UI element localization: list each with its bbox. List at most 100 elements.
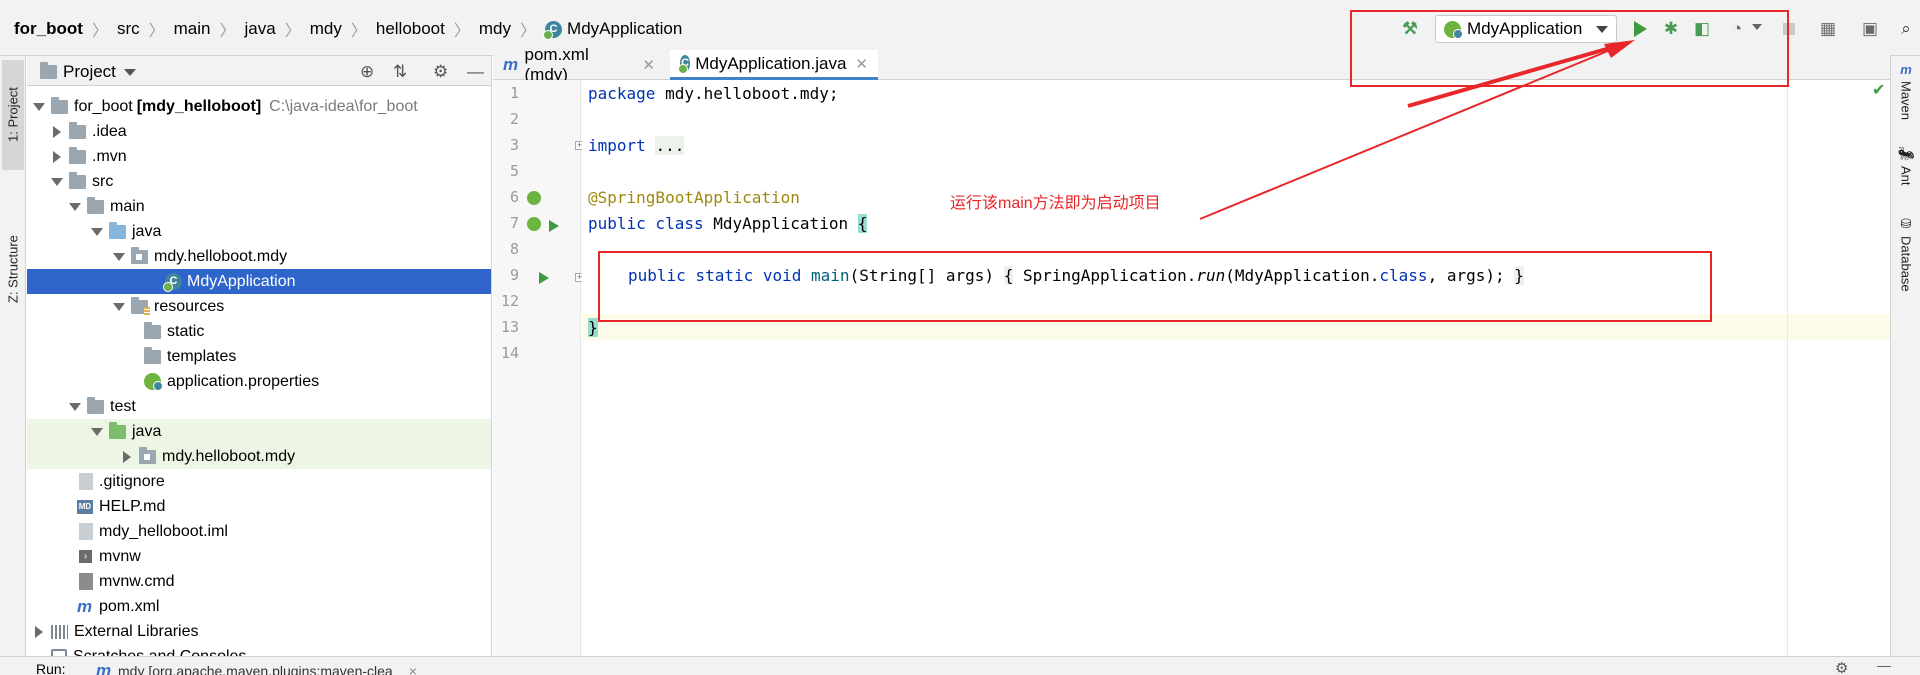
- breadcrumb-item[interactable]: mdy: [310, 19, 342, 39]
- expand-arrow-icon[interactable]: [89, 224, 105, 240]
- tree-item-label: mdy_helloboot.iml: [99, 522, 228, 540]
- tree-item-label: templates: [167, 347, 237, 365]
- code-line: }: [588, 314, 598, 340]
- test-source-folder-icon: [109, 421, 126, 439]
- gear-icon[interactable]: ⚙: [433, 62, 448, 82]
- properties-file-icon: [144, 373, 163, 391]
- tab-ant[interactable]: 🐜︎ Ant: [1895, 146, 1917, 206]
- tree-item[interactable]: test: [27, 394, 491, 419]
- tree-item[interactable]: java: [27, 219, 491, 244]
- breadcrumb-item[interactable]: src: [117, 19, 140, 39]
- collapse-arrow-icon[interactable]: [49, 124, 65, 140]
- tab-project[interactable]: 1: Project: [2, 60, 24, 170]
- line-number: 13: [500, 318, 519, 336]
- collapse-arrow-icon[interactable]: [49, 149, 65, 165]
- line-number: 9: [509, 266, 519, 284]
- expand-arrow-icon[interactable]: [67, 399, 83, 415]
- gear-icon[interactable]: ⚙: [1835, 659, 1848, 675]
- right-margin-guide: [1787, 80, 1788, 656]
- tree-item[interactable]: External Libraries: [27, 619, 491, 644]
- tab-pom-xml[interactable]: m pom.xml (mdy) ✕: [493, 45, 665, 84]
- tree-item[interactable]: .idea: [27, 119, 491, 144]
- tree-item-label: mvnw.cmd: [99, 572, 175, 590]
- tree-item[interactable]: application.properties: [27, 369, 491, 394]
- expand-arrow-icon[interactable]: [111, 299, 127, 315]
- iml-file-icon: [79, 523, 93, 540]
- breadcrumb-separator: 〉: [520, 23, 537, 40]
- breadcrumb-item[interactable]: helloboot: [376, 19, 445, 39]
- resources-folder-icon: [131, 296, 150, 315]
- tree-item-label: MdyApplication: [187, 272, 296, 290]
- tree-item-selected[interactable]: C MdyApplication: [27, 269, 491, 294]
- tree-item-label: .mvn: [92, 147, 127, 165]
- minimize-icon[interactable]: —: [1877, 657, 1891, 673]
- locate-icon[interactable]: ⊕: [360, 62, 374, 82]
- run-gutter-icon[interactable]: [539, 272, 549, 284]
- tree-item-label: java: [132, 422, 162, 440]
- tab-mdyapplication-java[interactable]: C MdyApplication.java ✕: [670, 50, 878, 80]
- close-icon[interactable]: ✕: [642, 56, 655, 74]
- tab-label: MdyApplication.java: [695, 53, 847, 73]
- tree-item[interactable]: templates: [27, 344, 491, 369]
- run-tab[interactable]: m mdy [org.apache.maven.plugins:maven-cl…: [96, 661, 417, 675]
- spring-bean-icon[interactable]: [527, 217, 541, 231]
- run-gutter-icon[interactable]: [549, 220, 559, 232]
- expand-arrow-icon[interactable]: [49, 174, 65, 190]
- tree-item[interactable]: resources: [27, 294, 491, 319]
- line-number: 3: [509, 136, 519, 154]
- breadcrumb-item[interactable]: java: [245, 19, 276, 39]
- minimize-icon[interactable]: —: [467, 62, 484, 82]
- expand-arrow-icon[interactable]: [111, 249, 127, 265]
- line-number: 8: [509, 240, 519, 258]
- expand-arrow-icon[interactable]: [31, 99, 47, 115]
- project-view-select[interactable]: Project: [40, 62, 136, 82]
- breadcrumb-separator: 〉: [453, 23, 470, 40]
- folded-imports[interactable]: ...: [655, 135, 685, 155]
- tree-item[interactable]: static: [27, 319, 491, 344]
- close-icon[interactable]: ✕: [855, 55, 868, 73]
- collapse-all-icon[interactable]: ⇅: [393, 62, 407, 82]
- tree-item[interactable]: m pom.xml: [27, 594, 491, 619]
- tree-item[interactable]: mvnw.cmd: [27, 569, 491, 594]
- annotation-box-main-method: [598, 251, 1712, 322]
- spring-bean-icon[interactable]: [527, 191, 541, 205]
- tab-structure[interactable]: Z: Structure: [2, 216, 24, 322]
- tree-item[interactable]: .gitignore: [27, 469, 491, 494]
- tree-item[interactable]: java: [27, 419, 491, 444]
- tree-item-root[interactable]: for_boot [mdy_helloboot] C:\java-idea\fo…: [27, 94, 491, 119]
- tree-item[interactable]: › mvnw: [27, 544, 491, 569]
- source-folder-icon: [109, 221, 126, 239]
- expand-arrow-icon[interactable]: [67, 199, 83, 215]
- libraries-icon: [51, 624, 68, 639]
- project-structure-icon[interactable]: ▦: [1818, 19, 1838, 39]
- tree-item[interactable]: mdy.helloboot.mdy: [27, 444, 491, 469]
- code-line: public class MdyApplication {: [588, 210, 868, 236]
- code-text: MdyApplication: [703, 213, 858, 233]
- breadcrumb-item[interactable]: for_boot: [14, 19, 83, 39]
- collapse-arrow-icon[interactable]: [119, 449, 135, 465]
- expand-arrow-icon[interactable]: [89, 424, 105, 440]
- close-icon[interactable]: ×: [409, 663, 417, 675]
- shell-script-icon: ›: [79, 550, 92, 563]
- search-icon[interactable]: ⌕: [1896, 19, 1916, 39]
- tree-item[interactable]: src: [27, 169, 491, 194]
- tree-item[interactable]: Scratches and Consoles: [27, 644, 491, 656]
- tree-item[interactable]: main: [27, 194, 491, 219]
- tree-item-label: for_boot: [74, 97, 133, 115]
- tab-database[interactable]: ⛁ Database: [1895, 216, 1917, 306]
- terminal-icon[interactable]: ▣: [1860, 19, 1880, 39]
- tree-item[interactable]: .mvn: [27, 144, 491, 169]
- tab-maven[interactable]: m Maven: [1895, 62, 1917, 132]
- tree-item[interactable]: mdy.helloboot.mdy: [27, 244, 491, 269]
- collapse-arrow-icon[interactable]: [31, 624, 47, 640]
- tree-item-label: application.properties: [167, 372, 320, 390]
- keyword: package: [588, 83, 656, 103]
- folder-icon: [69, 121, 86, 139]
- breadcrumb-item[interactable]: main: [174, 19, 211, 39]
- breadcrumb-item[interactable]: mdy: [479, 19, 511, 39]
- tree-item[interactable]: mdy_helloboot.iml: [27, 519, 491, 544]
- tree-item[interactable]: MD HELP.md: [27, 494, 491, 519]
- breadcrumb-separator: 〉: [350, 23, 367, 40]
- code-editor[interactable]: package mdy.helloboot.mdy; import ... @S…: [582, 80, 1890, 656]
- breadcrumb-item-class[interactable]: C MdyApplication: [543, 19, 682, 40]
